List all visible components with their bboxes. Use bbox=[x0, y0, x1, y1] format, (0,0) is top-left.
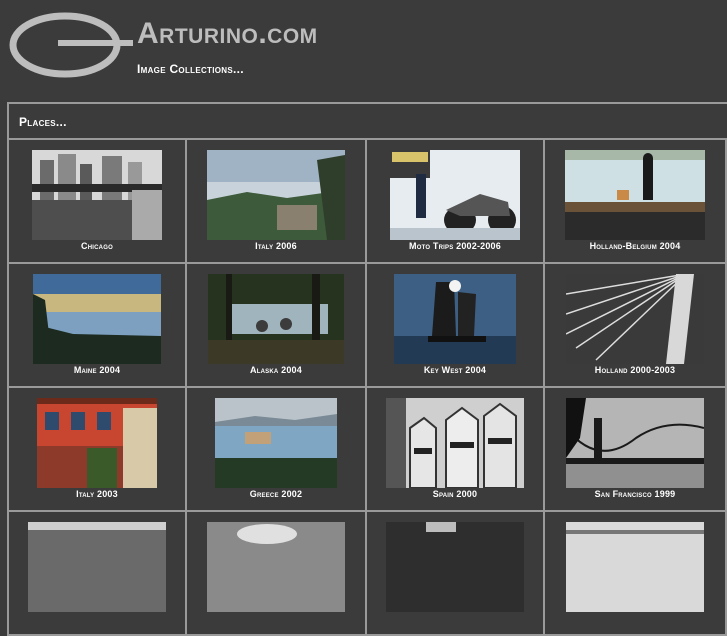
collection-item-san-francisco[interactable]: San Francisco 1999 bbox=[545, 388, 727, 512]
collection-thumbnail[interactable] bbox=[33, 274, 161, 364]
collection-item-holland-belgium[interactable]: Holland-Belgium 2004 bbox=[545, 140, 727, 264]
collection-thumbnail[interactable] bbox=[207, 522, 345, 612]
collection-label[interactable]: Holland 2000-2003 bbox=[545, 365, 725, 375]
site-subtitle: Image Collections... bbox=[137, 62, 244, 76]
collection-item-alaska[interactable]: Alaska 2004 bbox=[187, 264, 367, 388]
collection-thumbnail[interactable] bbox=[208, 274, 344, 364]
collection-thumbnail[interactable] bbox=[566, 522, 704, 612]
section-header: Places... bbox=[7, 102, 727, 140]
site-title[interactable]: Arturino.com bbox=[137, 17, 318, 51]
collection-item[interactable] bbox=[545, 512, 727, 636]
collection-label[interactable]: Italy 2006 bbox=[187, 241, 365, 251]
collection-item-italy-2006[interactable]: Italy 2006 bbox=[187, 140, 367, 264]
collection-thumbnail[interactable] bbox=[566, 274, 704, 364]
section-title: Places... bbox=[19, 115, 67, 129]
collection-item-moto-trips[interactable]: Moto Trips 2002-2006 bbox=[367, 140, 545, 264]
collection-label[interactable]: Alaska 2004 bbox=[187, 365, 365, 375]
collection-item-spain[interactable]: Spain 2000 bbox=[367, 388, 545, 512]
collection-thumbnail[interactable] bbox=[37, 398, 157, 488]
collection-thumbnail[interactable] bbox=[386, 398, 524, 488]
collection-item-maine[interactable]: Maine 2004 bbox=[7, 264, 187, 388]
collection-label[interactable]: Moto Trips 2002-2006 bbox=[367, 241, 543, 251]
collection-item[interactable] bbox=[187, 512, 367, 636]
collection-label[interactable]: San Francisco 1999 bbox=[545, 489, 725, 499]
collection-label[interactable]: Chicago bbox=[9, 241, 185, 251]
collection-thumbnail[interactable] bbox=[28, 522, 166, 612]
collection-label[interactable]: Spain 2000 bbox=[367, 489, 543, 499]
site-header: Arturino.com Image Collections... bbox=[0, 0, 727, 100]
collection-label[interactable]: Key West 2004 bbox=[367, 365, 543, 375]
collection-thumbnail[interactable] bbox=[207, 150, 345, 240]
collection-label[interactable]: Greece 2002 bbox=[187, 489, 365, 499]
collection-item-holland-2000[interactable]: Holland 2000-2003 bbox=[545, 264, 727, 388]
collection-label[interactable]: Italy 2003 bbox=[9, 489, 185, 499]
collection-thumbnail[interactable] bbox=[386, 522, 524, 612]
collection-item-italy-2003[interactable]: Italy 2003 bbox=[7, 388, 187, 512]
collection-thumbnail[interactable] bbox=[215, 398, 337, 488]
collection-label[interactable]: Maine 2004 bbox=[9, 365, 185, 375]
site-logo[interactable] bbox=[8, 10, 133, 80]
collection-item-key-west[interactable]: Key West 2004 bbox=[367, 264, 545, 388]
collection-thumbnail[interactable] bbox=[32, 150, 162, 240]
collection-thumbnail[interactable] bbox=[394, 274, 516, 364]
collection-item[interactable] bbox=[367, 512, 545, 636]
collection-thumbnail[interactable] bbox=[565, 150, 705, 240]
collection-item[interactable] bbox=[7, 512, 187, 636]
collection-thumbnail[interactable] bbox=[566, 398, 704, 488]
collection-grid: Chicago Italy 2006 Moto Trips 2002-2006 … bbox=[7, 140, 727, 636]
collection-label[interactable]: Holland-Belgium 2004 bbox=[545, 241, 725, 251]
collection-item-chicago[interactable]: Chicago bbox=[7, 140, 187, 264]
collection-item-greece[interactable]: Greece 2002 bbox=[187, 388, 367, 512]
collection-thumbnail[interactable] bbox=[390, 150, 520, 240]
